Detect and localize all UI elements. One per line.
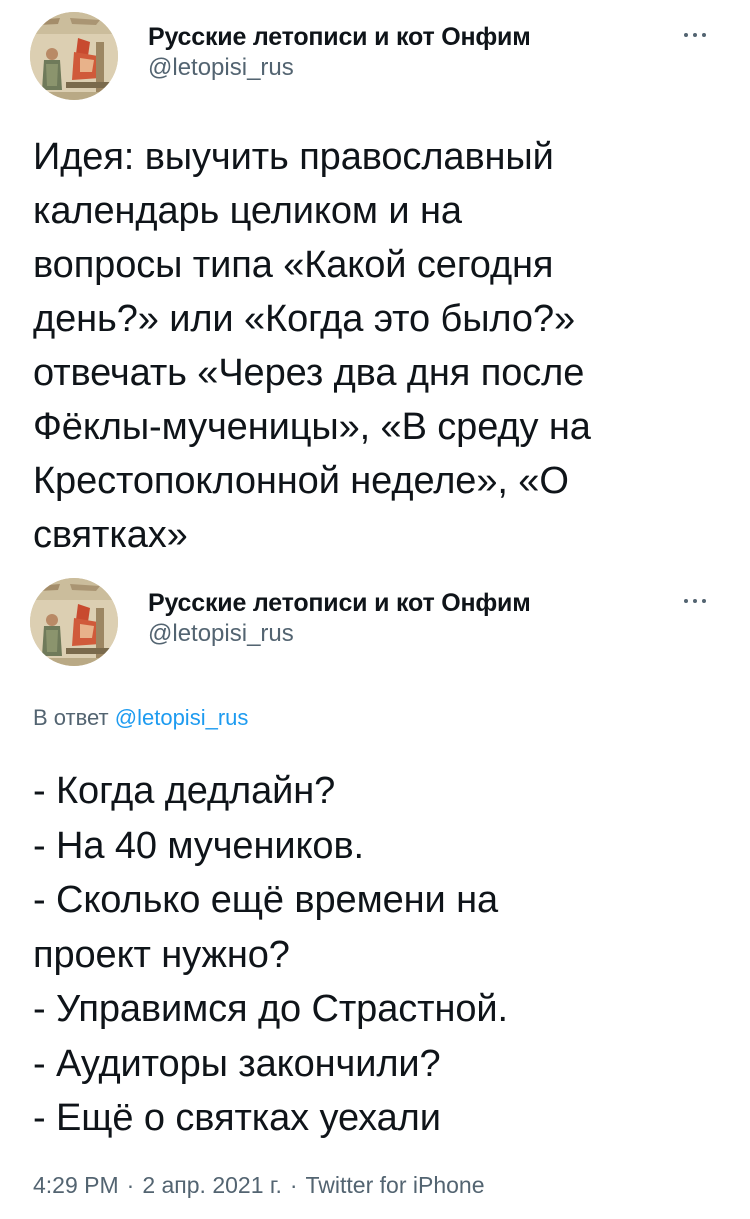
author-block: Русские летописи и кот Онфим @letopisi_r… (148, 588, 531, 650)
tweet-thread-screenshot: Русские летописи и кот Онфим @letopisi_r… (0, 0, 750, 1219)
tweet-meta: 4:29 PM · 2 апр. 2021 г. · Twitter for iPhon… (33, 1170, 485, 1200)
author-block: Русские летописи и кот Онфим @letopisi_r… (148, 22, 531, 84)
tweet-text: Идея: выучить православный календарь цел… (33, 136, 591, 556)
author-display-name[interactable]: Русские летописи и кот Онфим (148, 22, 531, 52)
tweet-date[interactable]: 2 апр. 2021 г. (142, 1172, 282, 1198)
author-display-name[interactable]: Русские летописи и кот Онфим (148, 588, 531, 618)
author-handle[interactable]: @letopisi_rus (148, 618, 531, 650)
avatar[interactable] (30, 578, 118, 666)
reply-tweet-header: Русские летописи и кот Онфим @letopisi_r… (30, 578, 720, 668)
tweet-source[interactable]: Twitter for iPhone (306, 1172, 485, 1198)
more-horizontal-icon[interactable] (684, 594, 712, 608)
author-handle[interactable]: @letopisi_rus (148, 52, 531, 84)
avatar[interactable] (30, 12, 118, 100)
reply-to-prefix: В ответ (33, 705, 109, 730)
meta-separator: · (289, 1172, 298, 1198)
reply-mention-link[interactable]: @letopisi_rus (115, 705, 249, 730)
reply-to-line: В ответ @letopisi_rus (33, 703, 248, 733)
tweet-time[interactable]: 4:29 PM (33, 1172, 119, 1198)
meta-separator: · (126, 1172, 135, 1198)
manuscript-miniature-avatar-icon (30, 12, 118, 100)
manuscript-miniature-avatar-icon (30, 578, 118, 666)
tweet-header: Русские летописи и кот Онфим @letopisi_r… (30, 12, 720, 102)
reply-tweet-text: - Когда дедлайн? - На 40 мучеников. - Ск… (33, 770, 508, 1139)
more-horizontal-icon[interactable] (684, 28, 712, 42)
